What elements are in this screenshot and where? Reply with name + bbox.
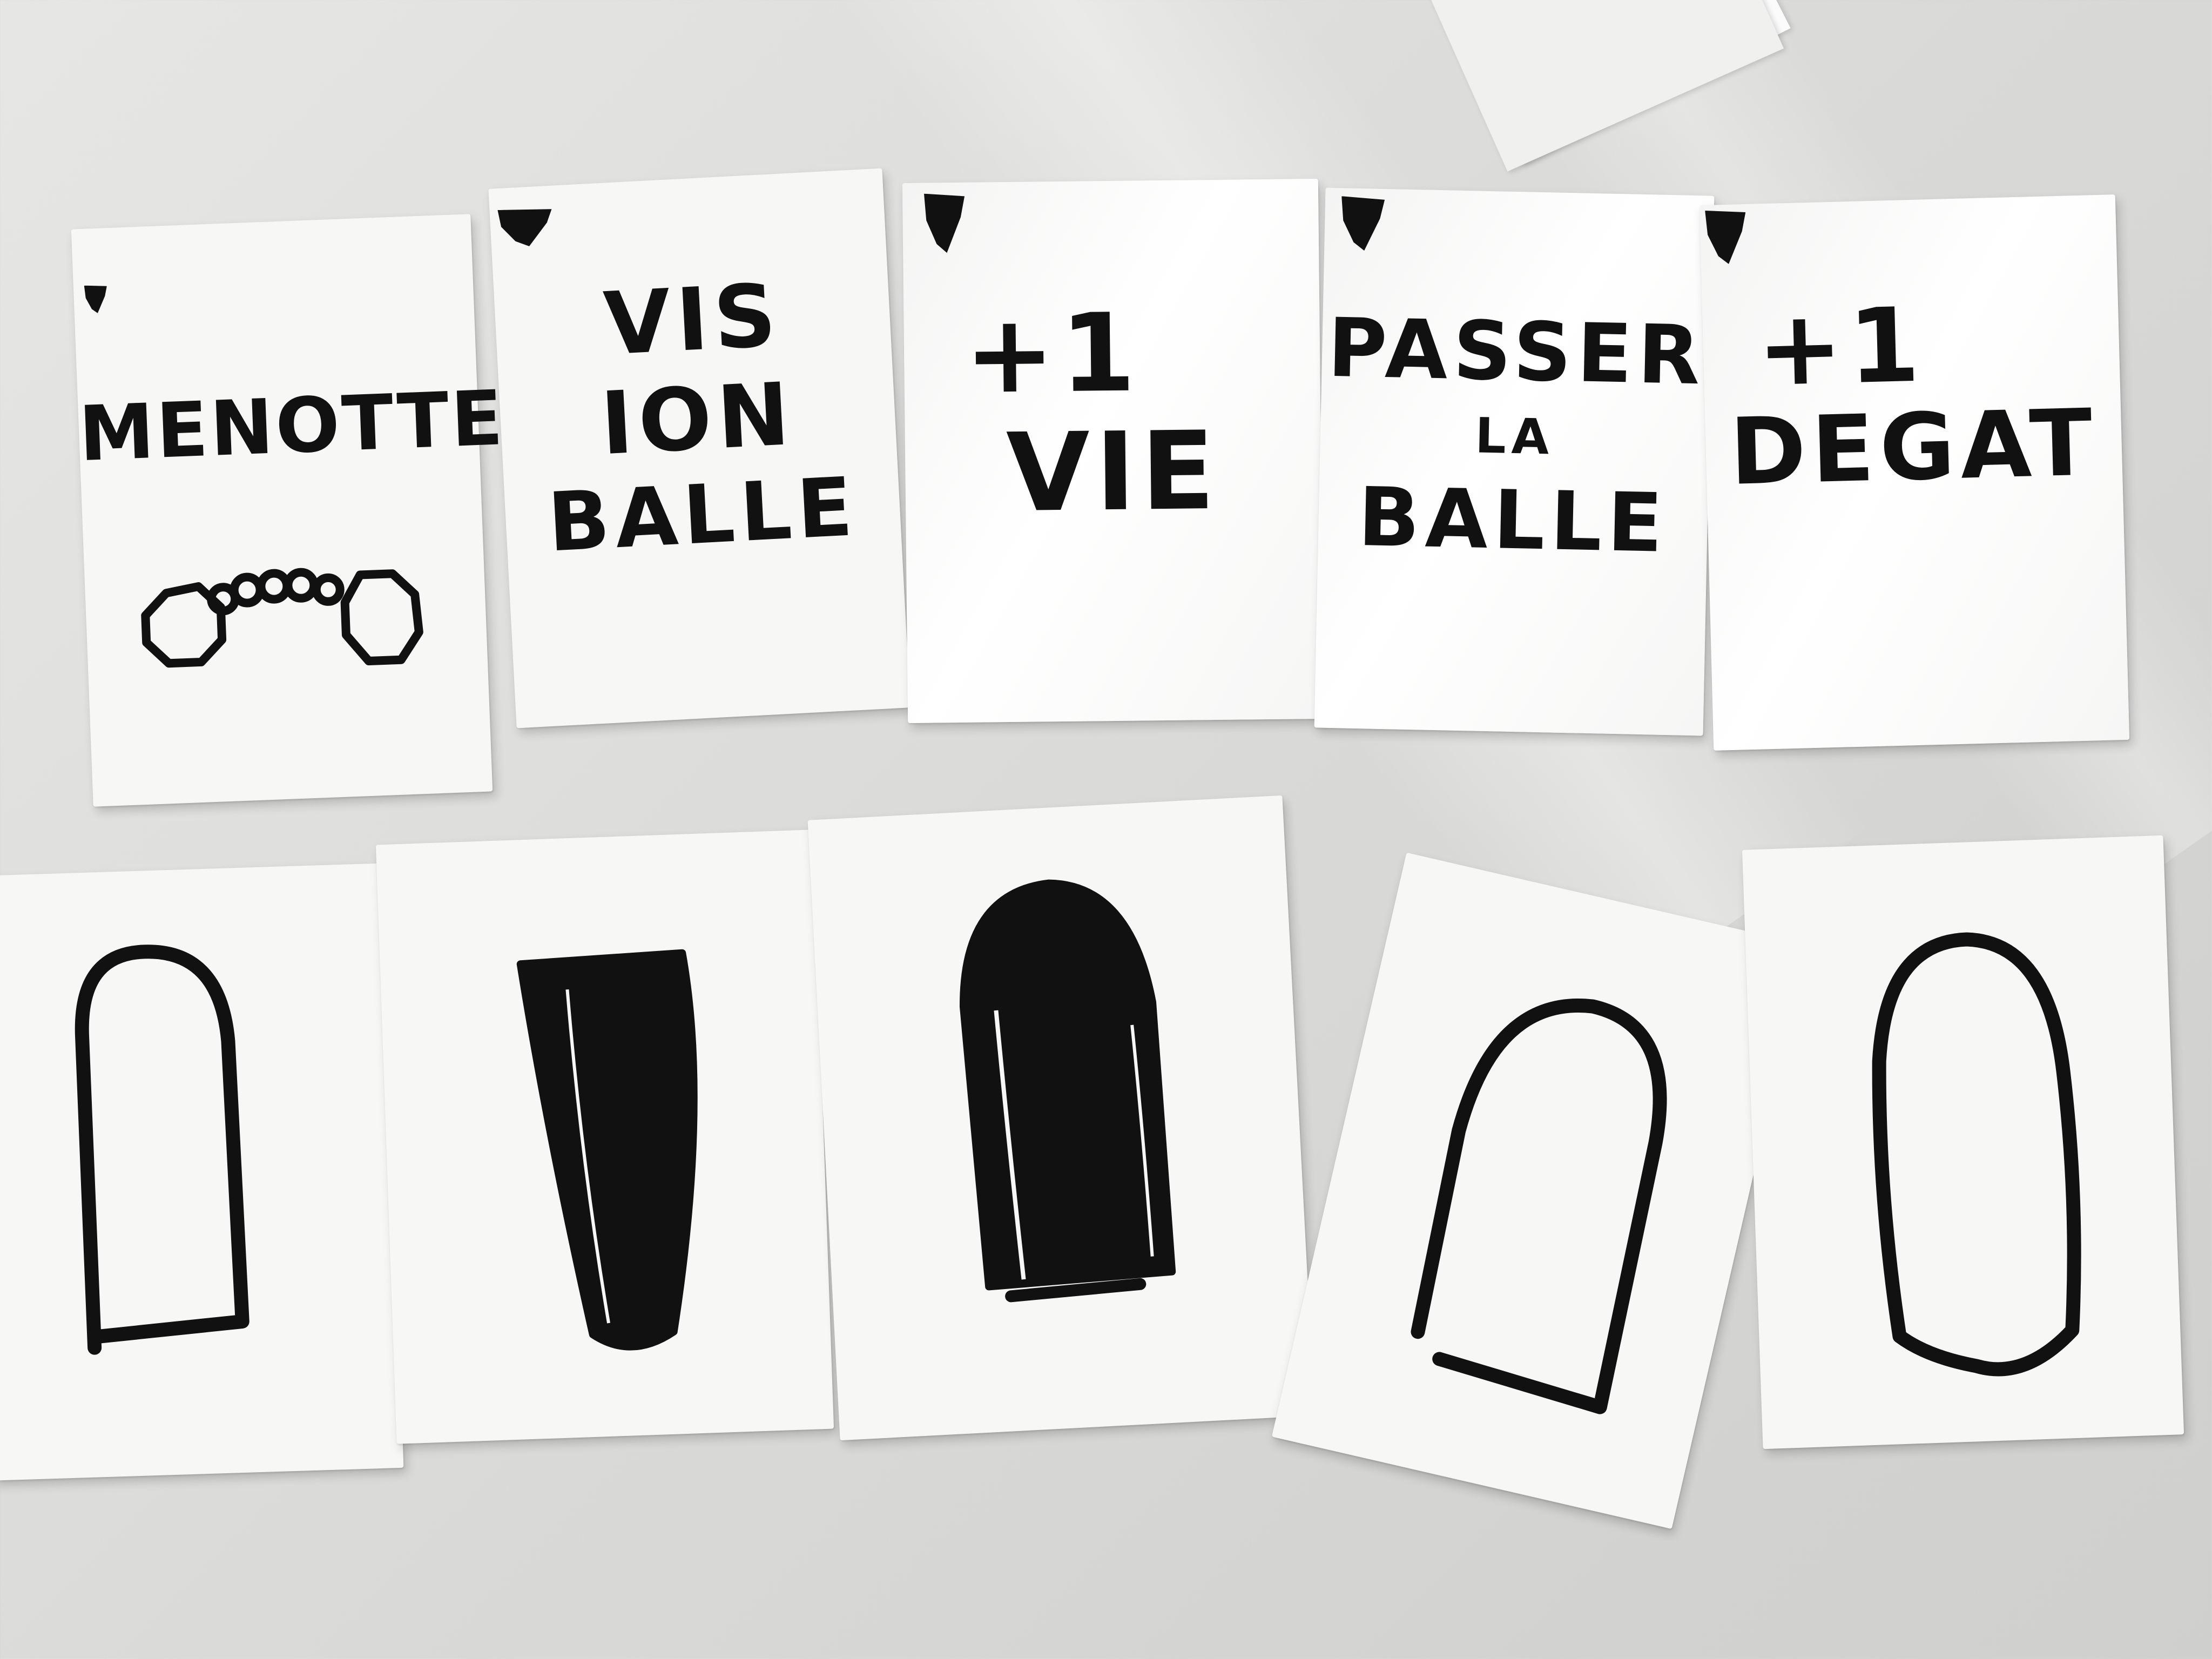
empty-bullet-icon [1872, 932, 2081, 1377]
corner-mark [497, 207, 554, 248]
card-label-line: DEGAT [1728, 389, 2099, 506]
filled-bullet-icon [959, 879, 1176, 1303]
card-label: +1 DEGAT [1702, 285, 2123, 506]
card-label-line: VIE [1006, 408, 1221, 537]
handcuffs-icon [141, 568, 423, 668]
card-label-line: BALLE [1357, 470, 1669, 571]
card-label: VIS ION BALLE [493, 260, 902, 572]
card-label-line: LA [1474, 407, 1555, 466]
corner-mark [84, 285, 108, 314]
card-label-line: BALLE [545, 460, 860, 570]
card-menotte[interactable]: MENOTTE [71, 214, 507, 807]
card-plus-degat[interactable]: +1 DEGAT [1699, 194, 2130, 751]
card-bullet[interactable] [1742, 835, 2184, 1449]
empty-bullet-icon [1411, 999, 1667, 1414]
card-deck-edge [1424, 0, 1784, 172]
card-passer-balle[interactable]: PASSER LA BALLE [1314, 187, 1715, 736]
card-bullet[interactable] [1271, 852, 1807, 1529]
card-bullet[interactable] [807, 795, 1315, 1441]
card-label: PASSER LA BALLE [1318, 296, 1712, 578]
card-label-line: +1 [1755, 285, 1927, 409]
card-plus-vie[interactable]: +1 VIE [902, 178, 1324, 724]
card-vision-balle[interactable]: VIS ION BALLE [488, 168, 911, 729]
card-label-line: MENOTTE [77, 374, 507, 479]
corner-mark [1340, 196, 1385, 251]
empty-bullet-icon [75, 945, 249, 1355]
card-table: MENOTTE VIS ION BALLE +1 VIE PASSER LA B… [0, 0, 2212, 1659]
card-bullet[interactable] [375, 830, 834, 1444]
corner-mark [1705, 210, 1747, 265]
card-label: MENOTTE [77, 374, 507, 479]
card-label-line: PASSER [1326, 301, 1707, 403]
filled-bullet-icon [516, 949, 698, 1351]
card-label: +1 VIE [903, 290, 1322, 537]
card-label-line: +1 [963, 290, 1142, 418]
card-bullet[interactable] [0, 863, 404, 1481]
corner-mark [924, 193, 965, 253]
